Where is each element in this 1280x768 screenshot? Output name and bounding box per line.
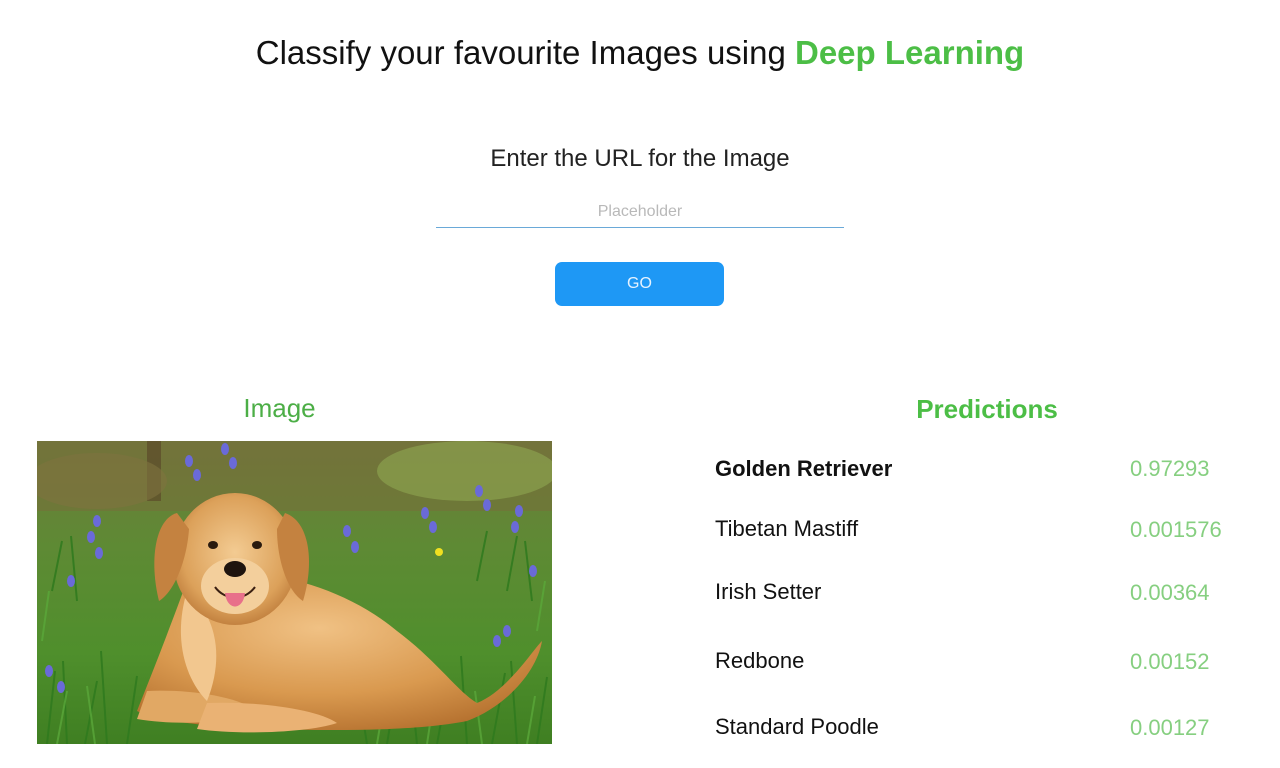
image-heading: Image bbox=[243, 393, 316, 423]
prediction-row: Tibetan Mastiff 0.001576 bbox=[715, 512, 1255, 546]
prediction-score: 0.001576 bbox=[1130, 517, 1222, 542]
prediction-row: Golden Retriever 0.97293 bbox=[715, 452, 1255, 486]
prediction-label: Irish Setter bbox=[715, 579, 822, 604]
page-title-accent: Deep Learning bbox=[795, 34, 1025, 71]
prediction-label: Golden Retriever bbox=[715, 456, 893, 481]
go-button[interactable]: GO bbox=[555, 262, 724, 306]
prediction-label: Redbone bbox=[715, 648, 805, 673]
prediction-score: 0.00364 bbox=[1130, 580, 1210, 605]
prediction-row: Redbone 0.00152 bbox=[715, 644, 1255, 678]
prediction-row: Standard Poodle 0.00127 bbox=[715, 710, 1255, 744]
prediction-label: Standard Poodle bbox=[715, 714, 879, 739]
url-input[interactable] bbox=[436, 196, 844, 228]
page: Classify your favourite Images using Dee… bbox=[0, 0, 1280, 768]
page-title-prefix: Classify your favourite Images using bbox=[255, 34, 795, 71]
prediction-score: 0.00152 bbox=[1130, 649, 1210, 674]
prediction-score: 0.00127 bbox=[1130, 715, 1210, 740]
prediction-score: 0.97293 bbox=[1130, 456, 1210, 481]
url-label: Enter the URL for the Image bbox=[490, 145, 790, 172]
classified-image bbox=[37, 441, 552, 744]
prediction-label: Tibetan Mastiff bbox=[715, 516, 859, 541]
prediction-row: Irish Setter 0.00364 bbox=[715, 575, 1255, 609]
page-title: Classify your favourite Images using Dee… bbox=[0, 30, 1280, 76]
predictions-heading: Predictions bbox=[916, 394, 1058, 424]
dog-photo bbox=[37, 441, 552, 744]
